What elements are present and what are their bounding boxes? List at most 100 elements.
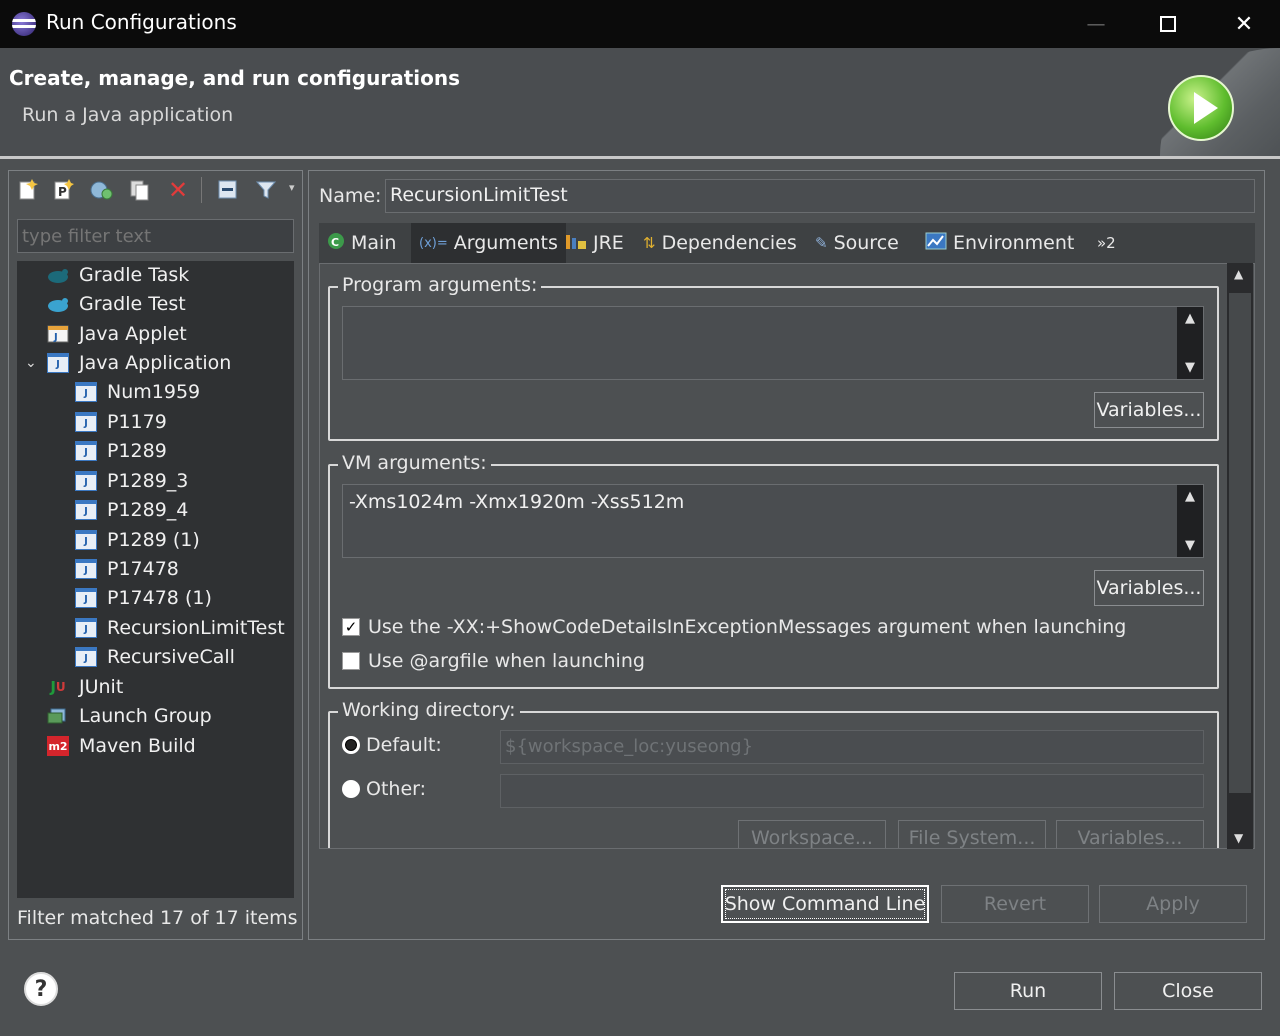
run-button[interactable]: Run — [954, 972, 1102, 1010]
scrollbar-thumb[interactable] — [1229, 293, 1251, 793]
filter-input[interactable] — [17, 219, 294, 253]
minimize-button[interactable]: — — [1066, 0, 1126, 48]
tree-item-label: P1179 — [107, 411, 167, 433]
chevron-down-icon[interactable]: ⌄ — [25, 355, 47, 371]
tree-item-num1959[interactable]: J Num1959 — [75, 378, 200, 406]
new-prototype-icon[interactable]: P — [51, 177, 77, 203]
new-config-icon[interactable] — [15, 177, 41, 203]
showcode-label: Use the -XX:+ShowCodeDetailsInExceptionM… — [368, 616, 1127, 638]
argfile-checkbox[interactable]: Use @argfile when launching — [342, 650, 645, 672]
config-list-panel: P ✕ ▾ Gradle Task Gradle Test J Java App… — [8, 170, 303, 940]
tree-item-java-application[interactable]: ⌄ J Java Application — [25, 349, 231, 377]
svg-text:C: C — [331, 236, 339, 249]
tree-item-label: JUnit — [79, 676, 124, 698]
chevron-down-icon[interactable]: ▼ — [1185, 538, 1195, 553]
tree-item-label: P17478 — [107, 558, 179, 580]
window-title: Run Configurations — [46, 10, 237, 34]
workspace-button[interactable]: Workspace... — [738, 820, 886, 848]
show-command-line-button[interactable]: Show Command Line — [721, 885, 929, 923]
tree-item-label: Maven Build — [79, 735, 196, 757]
tree-item-label: P1289 (1) — [107, 529, 200, 551]
vm-variables-button[interactable]: Variables... — [1094, 570, 1204, 606]
tree-item-gradle-task[interactable]: Gradle Task — [47, 261, 189, 289]
chevron-up-icon[interactable]: ▲ — [1185, 489, 1195, 504]
vm-args-scrollbar[interactable]: ▲ ▼ — [1177, 485, 1203, 557]
revert-button[interactable]: Revert — [941, 885, 1089, 923]
tab-arguments[interactable]: (x)= Arguments — [411, 223, 566, 263]
banner-separator — [0, 156, 1280, 159]
program-arguments-textarea[interactable]: ▲ ▼ — [342, 306, 1204, 380]
tree-item-launch-group[interactable]: Launch Group — [47, 702, 212, 730]
tree-item-p17478-1[interactable]: J P17478 (1) — [75, 584, 212, 612]
tree-item-p1179[interactable]: J P1179 — [75, 408, 167, 436]
program-variables-button[interactable]: Variables... — [1094, 392, 1204, 428]
chevron-down-icon[interactable]: ▼ — [1185, 360, 1195, 375]
default-radio[interactable]: Default: — [342, 734, 442, 756]
vm-arguments-textarea[interactable]: -Xms1024m -Xmx1920m -Xss512m ▲ ▼ — [342, 484, 1204, 558]
collapse-all-icon[interactable] — [215, 177, 241, 203]
main-tab-icon: C — [327, 232, 345, 254]
name-input[interactable]: RecursionLimitTest — [385, 179, 1255, 213]
tree-item-p1289[interactable]: J P1289 — [75, 437, 167, 465]
tab-label: Dependencies — [661, 232, 797, 254]
tree-item-gradle-test[interactable]: Gradle Test — [47, 290, 186, 318]
java-app-icon: J — [75, 647, 97, 667]
tree-item-junit[interactable]: JU JUnit — [47, 673, 123, 701]
default-directory-field: ${workspace_loc:yuseong} — [500, 730, 1204, 764]
wd-variables-button[interactable]: Variables... — [1056, 820, 1204, 848]
tab-source[interactable]: ✎ Source — [807, 223, 907, 263]
tree-item-p1289-1[interactable]: J P1289 (1) — [75, 526, 200, 554]
tab-label: JRE — [593, 232, 624, 254]
vm-arguments-label: VM arguments: — [338, 452, 491, 474]
radio-unselected-icon[interactable] — [342, 780, 360, 798]
apply-button[interactable]: Apply — [1099, 885, 1247, 923]
help-icon[interactable]: ? — [24, 972, 58, 1006]
config-editor-panel: Name: RecursionLimitTest C Main (x)= Arg… — [308, 170, 1265, 940]
file-system-button[interactable]: File System... — [898, 820, 1046, 848]
checkmark-icon[interactable]: ✓ — [342, 618, 360, 636]
checkbox-empty-icon[interactable] — [342, 652, 360, 670]
title-bar: Run Configurations — ✕ — [0, 0, 1280, 48]
chevron-down-icon[interactable]: ▼ — [1234, 831, 1243, 845]
tab-overflow[interactable]: »2 — [1089, 223, 1124, 263]
tree-item-recursivecall[interactable]: J RecursiveCall — [75, 643, 235, 671]
java-app-icon: J — [75, 412, 97, 432]
close-button[interactable]: Close — [1114, 972, 1262, 1010]
tree-item-p1289-3[interactable]: J P1289_3 — [75, 467, 188, 495]
junit-icon: JU — [50, 678, 66, 696]
other-directory-field[interactable] — [500, 774, 1204, 808]
chevron-up-icon[interactable]: ▲ — [1234, 267, 1243, 281]
close-window-button[interactable]: ✕ — [1214, 0, 1274, 48]
radio-selected-icon[interactable] — [342, 736, 360, 754]
tree-item-p1289-4[interactable]: J P1289_4 — [75, 496, 188, 524]
tree-item-label: Num1959 — [107, 381, 201, 403]
source-tab-icon: ✎ — [815, 234, 828, 252]
tree-item-maven-build[interactable]: m2 Maven Build — [47, 732, 196, 760]
other-radio[interactable]: Other: — [342, 778, 426, 800]
program-args-scrollbar[interactable]: ▲ ▼ — [1177, 307, 1203, 379]
config-tree: Gradle Task Gradle Test J Java Applet ⌄ … — [17, 261, 294, 898]
showcode-checkbox[interactable]: ✓ Use the -XX:+ShowCodeDetailsInExceptio… — [342, 616, 1126, 638]
launch-group-icon — [47, 706, 69, 726]
tab-dependencies[interactable]: ⇅ Dependencies — [635, 223, 805, 263]
chevron-up-icon[interactable]: ▲ — [1185, 311, 1195, 326]
delete-icon[interactable]: ✕ — [165, 176, 191, 204]
maximize-button[interactable] — [1138, 0, 1198, 48]
name-label: Name: — [319, 185, 382, 207]
tree-item-recursionlimittest[interactable]: J RecursionLimitTest — [75, 614, 285, 642]
tab-environment[interactable]: Environment — [917, 223, 1082, 263]
tab-main[interactable]: C Main — [319, 223, 404, 263]
duplicate-icon[interactable] — [127, 177, 153, 203]
tree-item-label: Launch Group — [79, 705, 212, 727]
other-radio-label: Other: — [366, 778, 427, 800]
tab-content-scrollbar[interactable]: ▲ ▼ — [1227, 263, 1253, 849]
filter-icon[interactable] — [253, 177, 279, 203]
tree-item-p17478[interactable]: J P17478 — [75, 555, 179, 583]
header-banner: Create, manage, and run configurations R… — [0, 48, 1280, 156]
tab-bar: C Main (x)= Arguments JRE ⇅ Dependencies… — [319, 223, 1255, 263]
export-icon[interactable] — [89, 177, 115, 203]
java-app-icon: J — [75, 530, 97, 550]
tab-jre[interactable]: JRE — [557, 223, 632, 263]
tree-item-java-applet[interactable]: J Java Applet — [47, 320, 187, 348]
view-menu-chevron-icon[interactable]: ▾ — [289, 181, 295, 194]
